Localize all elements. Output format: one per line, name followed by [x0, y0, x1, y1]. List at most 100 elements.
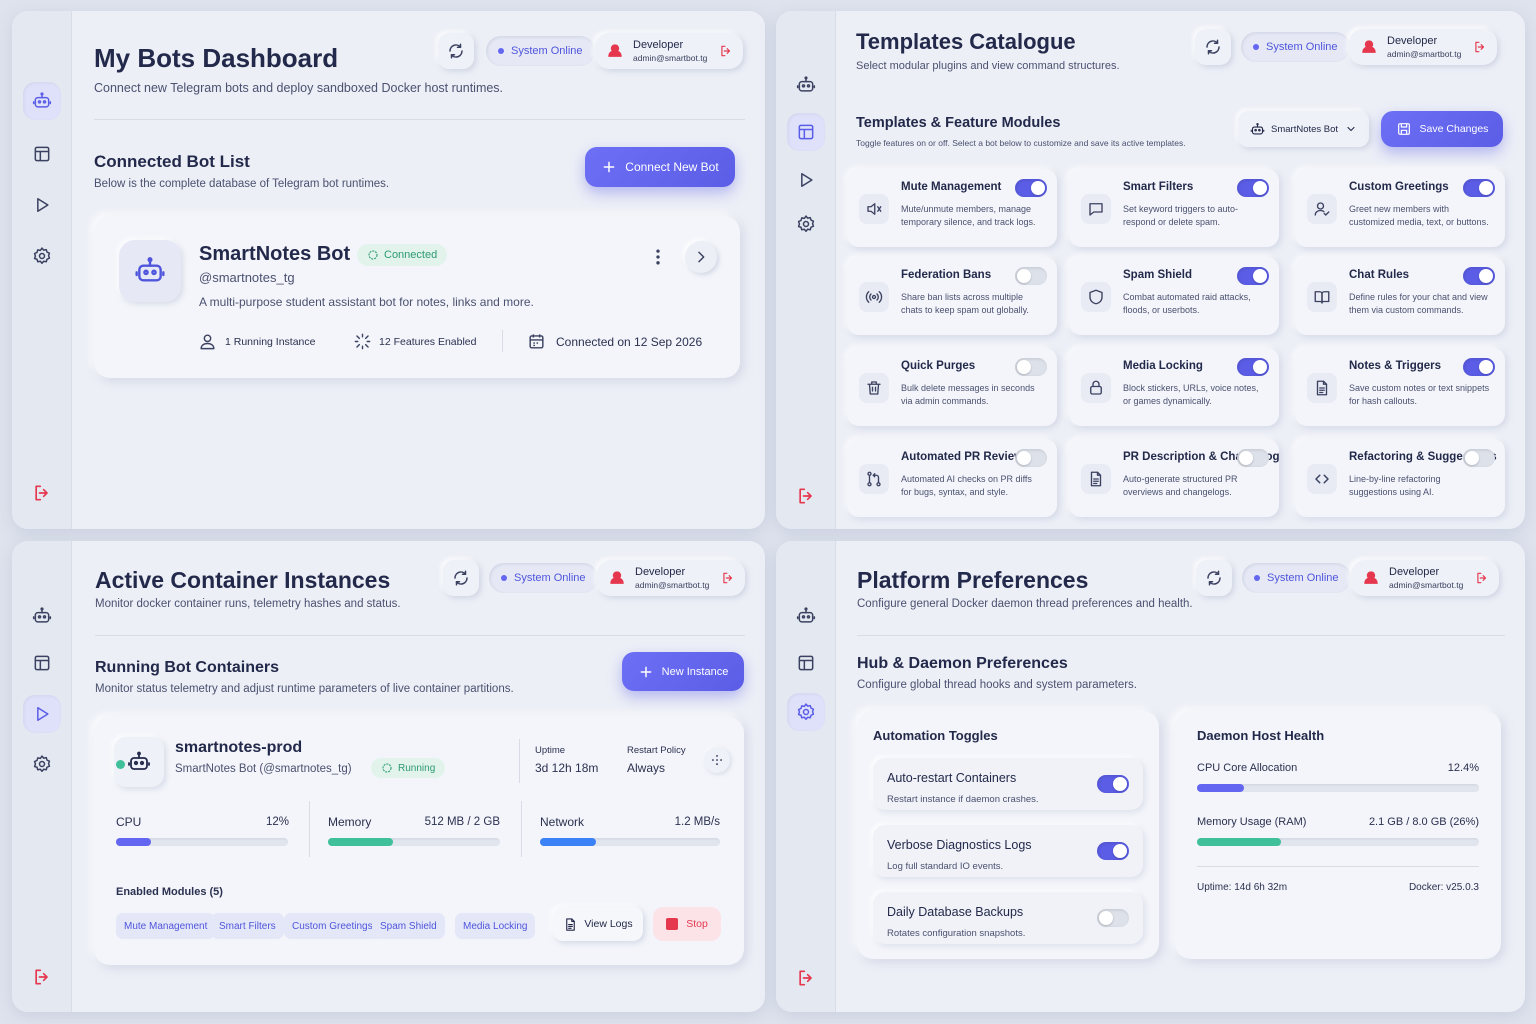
logout-icon[interactable]	[1475, 571, 1489, 585]
refresh-button[interactable]	[438, 33, 474, 69]
preference-toggle[interactable]	[1097, 775, 1129, 793]
status-text: System Online	[514, 572, 586, 584]
drag-handle[interactable]	[704, 747, 730, 773]
module-toggle[interactable]	[1237, 267, 1269, 285]
nav-bots[interactable]	[23, 597, 61, 635]
nav-templates[interactable]	[787, 113, 825, 151]
divider	[309, 801, 310, 857]
module-toggle[interactable]	[1015, 267, 1047, 285]
user-menu[interactable]: Developer admin@smartbot.tg	[1349, 29, 1498, 65]
user-menu[interactable]: Developer admin@smartbot.tg	[1351, 560, 1500, 596]
divider	[94, 119, 745, 120]
bot-select-value: SmartNotes Bot	[1271, 123, 1339, 135]
cpu-bar	[116, 838, 288, 846]
preference-toggle[interactable]	[1097, 909, 1129, 927]
network-bar-fill	[540, 838, 596, 846]
stop-button[interactable]: Stop	[653, 907, 721, 941]
module-toggle[interactable]	[1015, 358, 1047, 376]
bot-select-dropdown[interactable]: SmartNotes Bot	[1238, 111, 1369, 147]
bot-card[interactable]: SmartNotes Bot Connected @smartnotes_tg …	[94, 216, 740, 378]
module-card[interactable]: Notes & Triggers Save custom notes or te…	[1295, 348, 1505, 426]
gear-icon	[796, 214, 816, 234]
daemon-health-title: Daemon Host Health	[1197, 728, 1325, 743]
user-menu[interactable]: Developer admin@smartbot.tg	[595, 33, 744, 69]
bot-icon	[32, 91, 52, 111]
module-card[interactable]: PR Description & Changelog Auto-generate…	[1069, 439, 1280, 517]
module-card[interactable]: Smart Filters Set keyword triggers to au…	[1069, 169, 1279, 247]
module-toggle[interactable]	[1015, 179, 1047, 197]
nav-containers[interactable]	[23, 186, 61, 224]
nav-settings[interactable]	[23, 745, 61, 783]
view-logs-button[interactable]: View Logs	[553, 907, 643, 941]
module-card[interactable]: Refactoring & Suggestions Line-by-line r…	[1295, 439, 1505, 517]
refresh-button[interactable]	[1195, 29, 1231, 65]
nav-bots[interactable]	[787, 597, 825, 635]
module-card[interactable]: Mute Management Mute/unmute members, man…	[847, 169, 1057, 247]
nav-logout[interactable]	[787, 477, 825, 515]
refresh-button[interactable]	[443, 560, 479, 596]
status-dot	[498, 48, 504, 54]
nav-settings[interactable]	[23, 237, 61, 275]
module-toggle[interactable]	[1463, 358, 1495, 376]
refresh-button[interactable]	[1196, 560, 1232, 596]
nav-settings[interactable]	[787, 693, 825, 731]
save-changes-button[interactable]: Save Changes	[1381, 111, 1503, 147]
nav-bots[interactable]	[23, 82, 61, 120]
preference-toggle[interactable]	[1097, 842, 1129, 860]
module-description: Define rules for your chat and view them…	[1349, 292, 1488, 315]
page-subtitle: Connect new Telegram bots and deploy san…	[94, 81, 504, 95]
module-icon-box	[859, 464, 889, 494]
module-toggle[interactable]	[1463, 179, 1495, 197]
new-instance-label: New Instance	[661, 665, 729, 678]
nav-templates[interactable]	[23, 644, 61, 682]
nav-logout[interactable]	[23, 958, 61, 996]
new-instance-button[interactable]: New Instance	[622, 652, 744, 691]
cpu-allocation-bar	[1197, 784, 1479, 792]
more-options-icon[interactable]	[648, 247, 668, 267]
module-card[interactable]: Automated PR Review Automated AI checks …	[847, 439, 1057, 517]
user-name: Developer	[635, 565, 686, 578]
logout-icon[interactable]	[721, 571, 735, 585]
user-name: Developer	[633, 38, 684, 51]
module-description: Save custom notes or text snippets for h…	[1349, 383, 1490, 406]
module-card[interactable]: Quick Purges Bulk delete messages in sec…	[847, 348, 1057, 426]
nav-settings[interactable]	[787, 205, 825, 243]
module-card[interactable]: Media Locking Block stickers, URLs, voic…	[1069, 348, 1279, 426]
nav-templates[interactable]	[23, 135, 61, 173]
module-toggle[interactable]	[1463, 267, 1495, 285]
logout-icon[interactable]	[1473, 40, 1487, 54]
module-card[interactable]: Chat Rules Define rules for your chat an…	[1295, 257, 1505, 335]
module-toggle[interactable]	[1237, 358, 1269, 376]
module-toggle[interactable]	[1237, 449, 1269, 467]
module-name: Smart Filters	[1123, 181, 1194, 193]
cpu-value: 12%	[266, 816, 290, 828]
module-card[interactable]: Federation Bans Share ban lists across m…	[847, 257, 1057, 335]
logout-icon	[32, 483, 52, 503]
nav-containers[interactable]	[23, 695, 61, 733]
nav-bots[interactable]	[787, 66, 825, 104]
divider	[95, 635, 745, 636]
open-bot-button[interactable]	[685, 241, 717, 273]
module-toggle[interactable]	[1463, 449, 1495, 467]
logout-icon[interactable]	[719, 44, 733, 58]
features-icon	[353, 332, 372, 351]
module-toggle[interactable]	[1237, 179, 1269, 197]
module-description: Auto-generate structured PR overviews an…	[1123, 474, 1238, 497]
module-toggle[interactable]	[1015, 449, 1047, 467]
nav-containers[interactable]	[787, 161, 825, 199]
logout-icon	[796, 968, 816, 988]
nav-logout[interactable]	[23, 474, 61, 512]
connect-new-bot-button[interactable]: Connect New Bot	[585, 147, 735, 187]
memory-usage-bar-fill	[1197, 838, 1282, 846]
connected-date: Connected on 12 Sep 2026	[556, 335, 703, 349]
user-email: admin@smartbot.tg	[1387, 48, 1462, 59]
user-menu[interactable]: Developer admin@smartbot.tg	[597, 560, 746, 596]
nav-templates[interactable]	[787, 644, 825, 682]
sidebar	[776, 11, 836, 529]
section-title: Hub & Daemon Preferences	[857, 655, 1068, 672]
module-card[interactable]: Spam Shield Combat automated raid attack…	[1069, 257, 1279, 335]
module-card[interactable]: Custom Greetings Greet new members with …	[1295, 169, 1505, 247]
nav-logout[interactable]	[787, 959, 825, 997]
user-name: Developer	[1389, 565, 1440, 578]
module-icon-box	[859, 194, 889, 224]
